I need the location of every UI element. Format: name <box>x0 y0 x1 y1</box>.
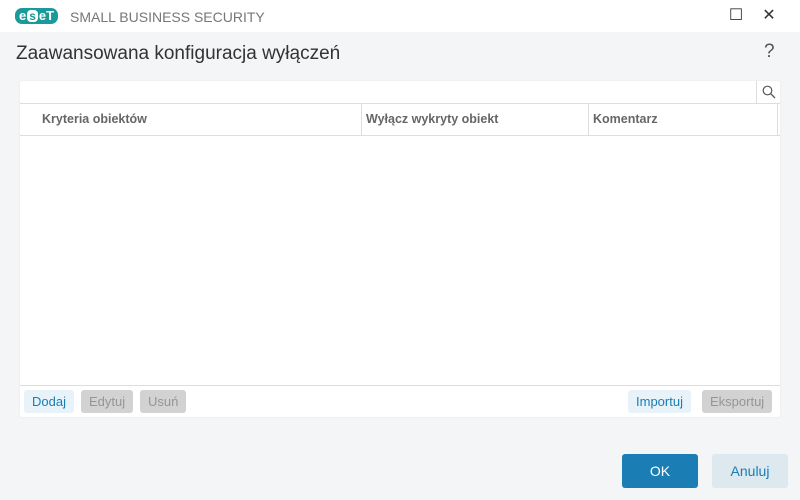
export-button[interactable]: Eksportuj <box>702 390 773 413</box>
import-button[interactable]: Importuj <box>628 390 691 413</box>
help-icon[interactable]: ? <box>764 41 775 63</box>
eset-logo: e s eT <box>15 8 59 24</box>
exclusions-panel: Kryteria obiektów Wyłącz wykryty obiekt … <box>20 81 780 417</box>
column-exclude-detection[interactable]: Wyłącz wykryty obiekt <box>361 104 589 135</box>
add-button[interactable]: Dodaj <box>24 390 74 413</box>
title-bar: e s eT SMALL BUSINESS SECURITY ☐ ✕ <box>0 0 800 32</box>
column-object-criteria[interactable]: Kryteria obiektów <box>38 104 361 135</box>
maximize-icon[interactable]: ☐ <box>726 6 746 26</box>
edit-button[interactable]: Edytuj <box>81 390 134 413</box>
table-body <box>20 136 780 386</box>
search-button[interactable] <box>756 81 780 103</box>
remove-button[interactable]: Usuń <box>140 390 187 413</box>
column-comment[interactable]: Komentarz <box>588 104 778 135</box>
search-icon <box>762 85 775 99</box>
app-title: SMALL BUSINESS SECURITY <box>70 9 265 25</box>
ok-button[interactable]: OK <box>622 454 698 488</box>
close-icon[interactable]: ✕ <box>759 6 779 26</box>
table-header: Kryteria obiektów Wyłącz wykryty obiekt … <box>20 103 780 136</box>
cancel-button[interactable]: Anuluj <box>712 454 788 488</box>
page-title: Zaawansowana konfiguracja wyłączeń <box>16 43 341 64</box>
